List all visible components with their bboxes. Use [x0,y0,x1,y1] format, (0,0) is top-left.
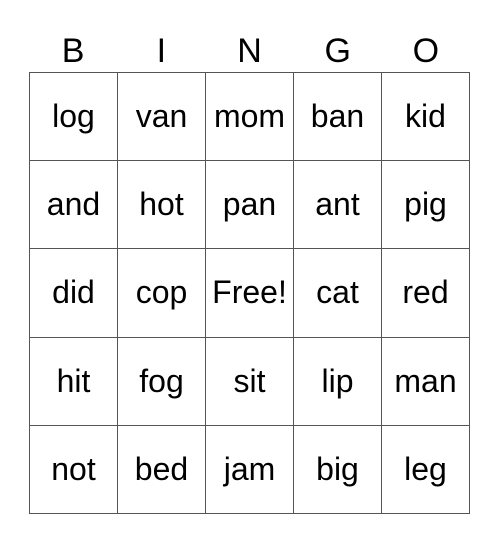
bingo-cell: cat [294,249,382,338]
bingo-cell: lip [294,337,382,426]
bingo-cell: and [30,161,118,250]
bingo-cell: fog [118,337,206,426]
bingo-cell: man [382,337,470,426]
bingo-cell: hot [118,161,206,250]
bingo-cell: van [118,73,206,162]
header-letter-g: G [324,32,351,70]
bingo-cell: red [382,249,470,338]
bingo-cell: jam [206,425,294,514]
bingo-cell: mom [206,73,294,162]
header-letter-b: B [61,32,85,70]
bingo-cell: hit [30,337,118,426]
bingo-cell: ban [294,73,382,162]
header-letter-i: I [156,32,167,70]
bingo-header: B I N G O [29,30,470,72]
header-letter-o: O [412,32,440,70]
bingo-card-grid: log van mom ban kid and hot pan ant pig … [29,72,470,514]
bingo-cell: did [30,249,118,338]
bingo-cell: cop [118,249,206,338]
bingo-cell: not [30,425,118,514]
bingo-cell: ant [294,161,382,250]
header-letter-n: N [237,32,262,70]
bingo-cell: sit [206,337,294,426]
bingo-cell: bed [118,425,206,514]
bingo-cell: kid [382,73,470,162]
bingo-cell: leg [382,425,470,514]
bingo-cell: log [30,73,118,162]
bingo-cell: big [294,425,382,514]
bingo-cell: pig [382,161,470,250]
bingo-cell: pan [206,161,294,250]
free-space-cell: Free! [206,249,294,338]
